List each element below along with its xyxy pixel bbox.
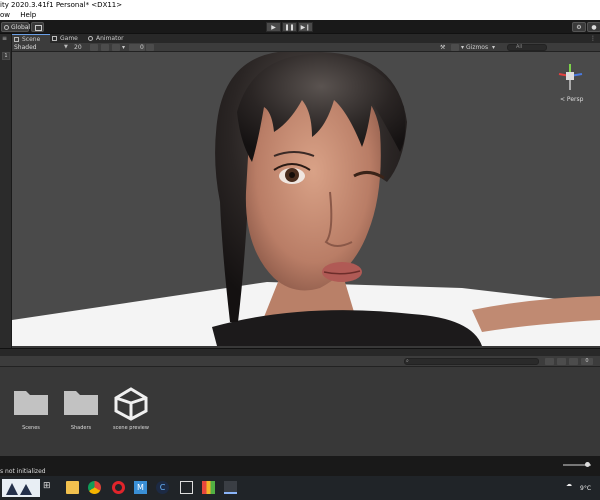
hierarchy-panel: ≡ 1 (0, 34, 12, 348)
unity-hub-icon[interactable] (180, 481, 193, 494)
play-button[interactable]: ▶ (266, 22, 281, 32)
folder-icon (14, 391, 48, 415)
tab-game[interactable]: Game (50, 34, 84, 43)
step-button[interactable]: ▶❙ (298, 22, 313, 32)
menu-item-window[interactable]: ow (0, 10, 10, 20)
tab-scene-label: Scene (22, 36, 41, 43)
step-icon: ▶❙ (300, 24, 311, 31)
hidden-objects-count: 0 (140, 44, 144, 51)
scene-viewport[interactable]: < Persp (12, 52, 600, 346)
gear-icon: ⚙ (576, 24, 582, 31)
mode-2d-toggle[interactable]: 20 (74, 44, 82, 51)
unity-editor-icon[interactable] (224, 481, 237, 494)
scene-tab-bar: Scene Game Animator ⋮ (12, 34, 600, 43)
pause-icon: ❚❚ (284, 24, 295, 31)
tab-menu-icon[interactable]: ⋮ (590, 34, 596, 43)
tab-animator-label: Animator (96, 35, 124, 42)
favorites-star-icon[interactable] (569, 358, 578, 365)
tab-game-label: Game (60, 35, 78, 42)
search-icon: ⌕ (406, 358, 409, 364)
scene-search-placeholder: All (516, 44, 523, 50)
camera-chevron-icon[interactable]: ▾ (461, 44, 464, 51)
global-toggle-button[interactable]: Global (1, 22, 31, 32)
grid-toggle-icon[interactable] (146, 44, 154, 51)
status-message: s not initialized (0, 468, 46, 475)
grid-snap-button[interactable] (31, 22, 44, 32)
gizmo-center (566, 72, 574, 80)
audio-toggle-icon[interactable] (101, 44, 109, 51)
window-title: ity 2020.3.41f1 Personal* <DX11> (0, 0, 600, 10)
gizmos-chevron-icon[interactable]: ▾ (492, 44, 495, 51)
asset-label: Scenes (22, 425, 40, 431)
project-panel-header (0, 348, 600, 356)
windows-taskbar: ⊞ M C ☁ 9°C (0, 476, 600, 500)
animator-icon (88, 36, 93, 41)
asset-item[interactable]: Scenes (6, 385, 56, 441)
scene-render (12, 52, 600, 346)
tools-icon[interactable]: ⚒ (440, 44, 445, 51)
character-left-pupil (289, 172, 295, 178)
lighting-toggle-icon[interactable] (90, 44, 98, 51)
weather-icon: ☁ (566, 481, 572, 488)
tab-animator[interactable]: Animator (86, 34, 136, 43)
unity-scene-icon (114, 387, 148, 421)
global-label: Global (11, 24, 31, 31)
orientation-gizmo[interactable] (552, 62, 588, 94)
opera-icon[interactable] (112, 481, 125, 494)
asset-item[interactable]: Shaders (56, 385, 106, 441)
search-thumbnail-icon[interactable] (2, 479, 40, 497)
main-toolbar: Global ▶ ❚❚ ▶❙ ⚙ ● (0, 20, 600, 34)
icon-size-slider[interactable] (563, 462, 591, 467)
filter-label-icon[interactable] (557, 358, 566, 365)
globe-icon (4, 25, 9, 30)
game-icon (52, 36, 57, 41)
tab-scene[interactable]: Scene (12, 34, 50, 43)
hierarchy-tab-icon[interactable]: ≡ (2, 36, 10, 42)
projection-label[interactable]: < Persp (560, 96, 583, 103)
menu-bar: ow Help (0, 10, 600, 20)
slider-handle[interactable] (585, 462, 590, 467)
play-controls: ▶ ❚❚ ▶❙ (266, 22, 313, 32)
account-icon: ● (591, 24, 597, 31)
task-view-icon[interactable]: ⊞ (43, 481, 56, 494)
asset-item[interactable]: scene preview (106, 385, 156, 441)
maya-icon[interactable]: M (134, 481, 147, 494)
scene-search-input[interactable]: All (507, 44, 547, 51)
pause-button[interactable]: ❚❚ (282, 22, 297, 32)
scene-toolbar: Shaded ▼ 20 ▾ 0 ⚒ ▾ Gizmos ▾ All (12, 43, 600, 52)
project-search-input[interactable] (404, 358, 539, 365)
project-assets-grid: Scenes Shaders scene preview (0, 367, 600, 456)
filter-type-icon[interactable] (545, 358, 554, 365)
chevron-down-icon: ▼ (64, 44, 68, 50)
store-icon[interactable] (202, 481, 215, 494)
status-bar: s not initialized (0, 456, 600, 476)
camera-icon[interactable] (451, 44, 459, 51)
cloud-services-button[interactable]: ⚙ (572, 22, 586, 32)
folder-icon (64, 391, 98, 415)
weather-temperature: 9°C (580, 485, 592, 492)
gizmos-dropdown[interactable]: Gizmos (466, 44, 488, 51)
hidden-packages-count[interactable]: 0 (581, 358, 593, 365)
scene-icon (14, 37, 19, 42)
hierarchy-toggle-button[interactable]: 1 (2, 52, 10, 60)
project-toolbar: ⌕ 0 (0, 356, 600, 367)
play-icon: ▶ (271, 24, 276, 31)
app-c-icon[interactable]: C (156, 481, 169, 494)
shading-mode-label: Shaded (14, 44, 37, 51)
chrome-icon[interactable] (88, 481, 101, 494)
menu-item-help[interactable]: Help (20, 10, 36, 20)
effects-toggle-icon[interactable] (112, 44, 120, 51)
system-tray[interactable]: ☁ 9°C (566, 481, 591, 492)
asset-label: scene preview (113, 425, 149, 431)
account-button[interactable]: ● (587, 22, 600, 32)
file-explorer-icon[interactable] (66, 481, 79, 494)
effects-chevron-icon[interactable]: ▾ (122, 44, 125, 51)
asset-label: Shaders (70, 425, 92, 431)
